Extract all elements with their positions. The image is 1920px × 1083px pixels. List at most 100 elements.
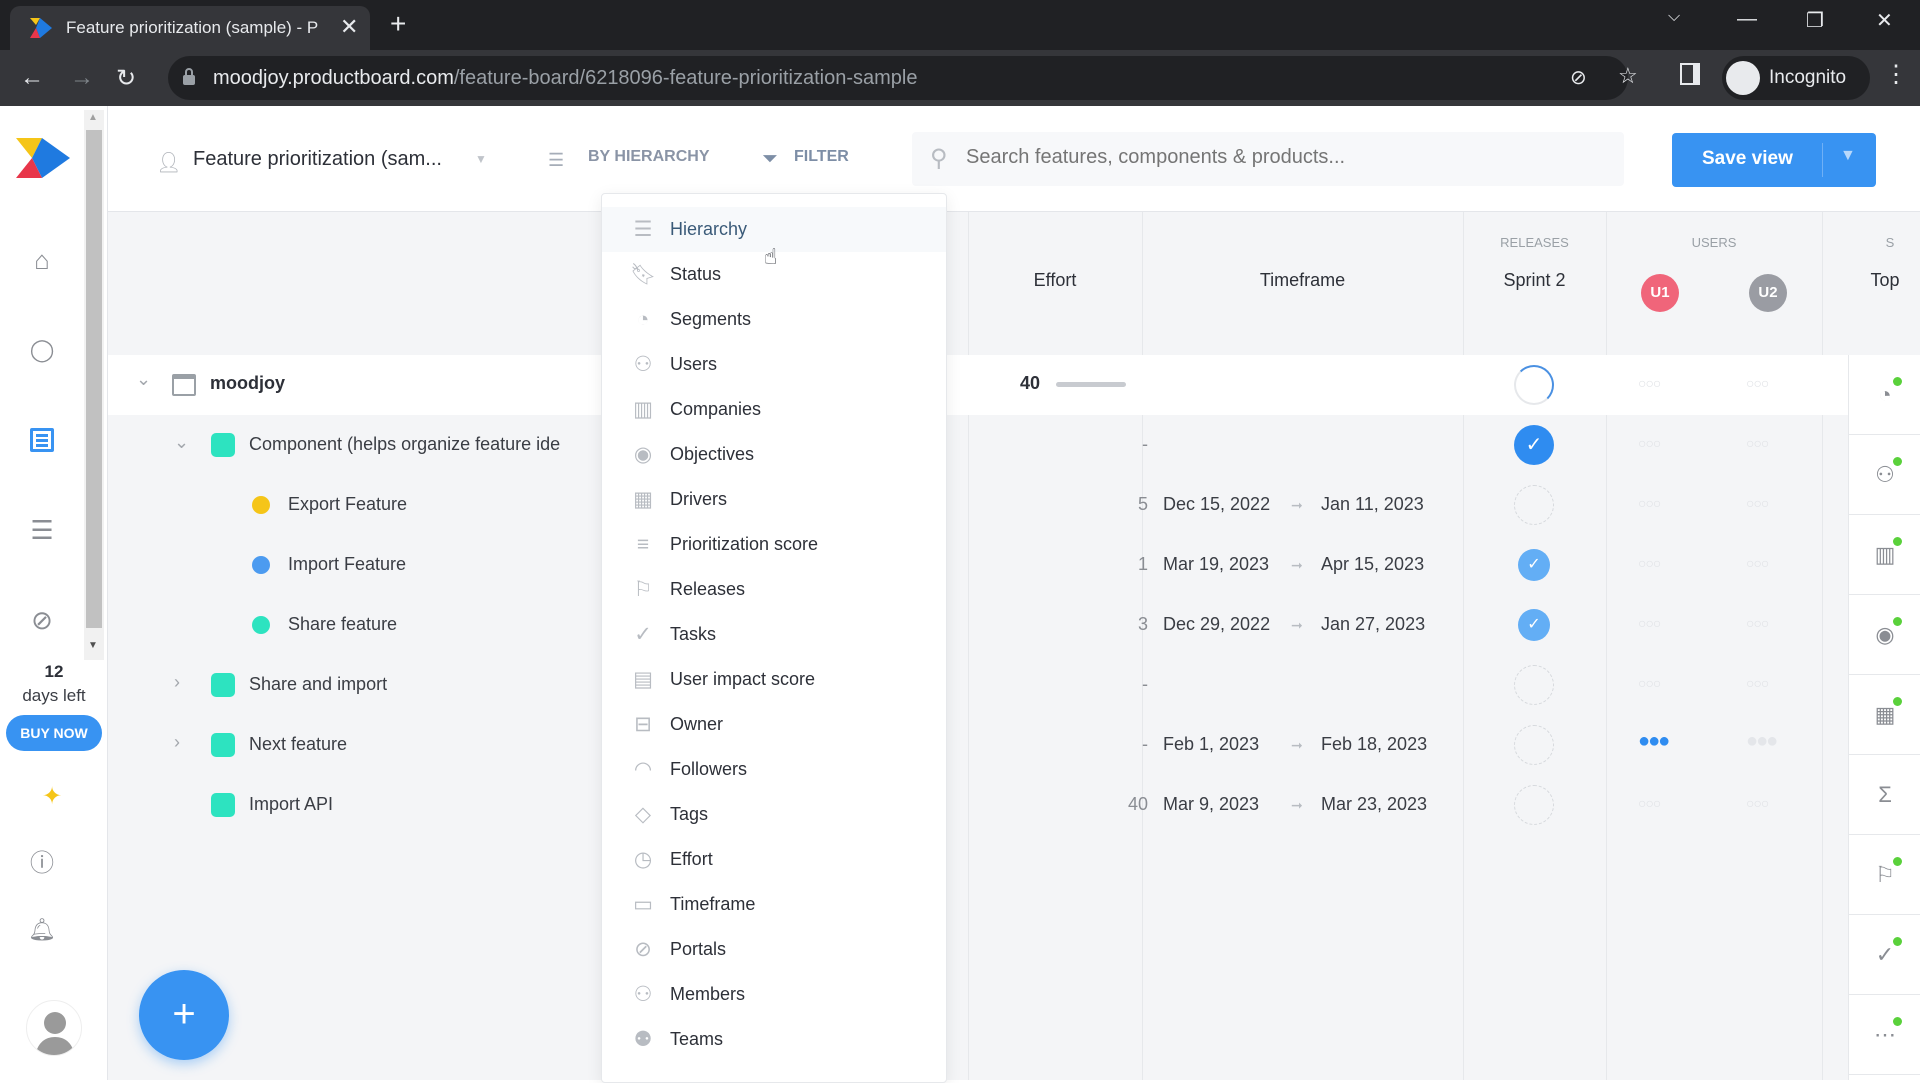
productboard-logo[interactable]	[16, 138, 70, 178]
column-header-sprint[interactable]: Sprint 2	[1463, 270, 1606, 291]
user-avatar-u2[interactable]: U2	[1749, 274, 1787, 312]
menu-item-releases[interactable]: ⚐ Releases	[602, 567, 946, 612]
back-icon[interactable]: ←	[20, 64, 44, 92]
panel-segments-button[interactable]: ◔	[1849, 355, 1920, 435]
menu-item-owner[interactable]: ⊟ Owner	[602, 702, 946, 747]
roadmap-icon[interactable]: ☰	[28, 516, 56, 544]
panel-drivers-button[interactable]: ▦	[1849, 675, 1920, 755]
panel-companies-button[interactable]: ▥	[1849, 515, 1920, 595]
menu-item-drivers[interactable]: ▦ Drivers	[602, 477, 946, 522]
bookmark-star-icon[interactable]: ☆	[1618, 63, 1638, 89]
save-view-button[interactable]: Save view ▼	[1672, 133, 1876, 187]
user1-importance[interactable]: ○○○	[1638, 435, 1661, 451]
timeframe-end[interactable]: Jan 27, 2023	[1321, 614, 1425, 635]
user1-importance[interactable]: ○○○	[1638, 495, 1661, 511]
user2-importance[interactable]: ○○○	[1746, 555, 1769, 571]
effort-value[interactable]: -	[1088, 674, 1148, 695]
menu-item-users[interactable]: ⚇ Users	[602, 342, 946, 387]
release-checked-icon[interactable]: ✓	[1514, 425, 1554, 465]
user1-importance[interactable]: ○○○	[1638, 555, 1661, 571]
lightbulb-icon[interactable]: ◯	[28, 336, 56, 364]
user2-importance[interactable]: ○○○	[1746, 495, 1769, 511]
user2-importance[interactable]: ○○○	[1746, 795, 1769, 811]
effort-value[interactable]: 3	[1088, 614, 1148, 635]
search-input[interactable]	[966, 146, 1606, 169]
browser-tab[interactable]: Feature prioritization (sample) - P ✕	[10, 6, 370, 50]
reload-icon[interactable]: ↻	[116, 64, 136, 93]
incognito-badge[interactable]: Incognito	[1722, 56, 1870, 100]
portal-icon[interactable]: ⊘	[28, 606, 56, 634]
eye-off-icon[interactable]: ⊘	[1570, 65, 1587, 90]
user1-importance[interactable]: ○○○	[1638, 675, 1661, 691]
timeframe-end[interactable]: Feb 18, 2023	[1321, 734, 1427, 755]
board-title[interactable]: Feature prioritization (sam...	[193, 148, 442, 171]
panel-users-button[interactable]: ⚇	[1849, 435, 1920, 515]
release-checked-icon[interactable]: ✓	[1518, 549, 1550, 581]
menu-item-teams[interactable]: ⚉ Teams	[602, 1017, 946, 1062]
expand-chevron-icon[interactable]: ›	[174, 732, 180, 753]
table-row[interactable]: Import API 40 Mar 9, 2023 ➞ Mar 23, 2023 ○○○ ○…	[108, 775, 1848, 835]
user2-importance[interactable]: ●●●	[1746, 730, 1778, 753]
user1-importance[interactable]: ○○○	[1638, 615, 1661, 631]
timeframe-start[interactable]: Dec 15, 2022	[1163, 494, 1270, 515]
user2-importance[interactable]: ○○○	[1746, 615, 1769, 631]
user2-importance[interactable]: ○○○	[1746, 375, 1769, 391]
table-row[interactable]: Export Feature 5 Dec 15, 2022 ➞ Jan 11, 2023…	[108, 475, 1848, 535]
user2-importance[interactable]: ○○○	[1746, 675, 1769, 691]
filter-button[interactable]: FILTER	[794, 148, 849, 166]
nav-scrollbar-thumb[interactable]	[86, 130, 102, 628]
user1-importance[interactable]: ○○○	[1638, 795, 1661, 811]
panel-sum-button[interactable]: Σ	[1849, 755, 1920, 835]
menu-item-companies[interactable]: ▥ Companies	[602, 387, 946, 432]
table-row[interactable]: ⌄ moodjoy 40 ○○○ ○○○	[108, 355, 1848, 415]
collapse-chevron-icon[interactable]: ⌄	[136, 369, 151, 390]
save-view-dropdown-icon[interactable]: ▼	[1840, 147, 1856, 165]
row-name[interactable]: Share feature	[288, 614, 397, 635]
panel-more-button[interactable]: ⋯	[1849, 995, 1920, 1075]
features-board-icon[interactable]	[30, 428, 54, 452]
scroll-up-icon[interactable]: ▲	[88, 112, 98, 123]
menu-item-effort[interactable]: ◷ Effort	[602, 837, 946, 882]
tab-search-icon[interactable]: ⌵	[1668, 8, 1680, 26]
effort-value[interactable]: 40	[1020, 373, 1040, 394]
close-window-icon[interactable]: ✕	[1876, 8, 1893, 33]
panel-releases-button[interactable]: ⚐	[1849, 835, 1920, 915]
board-dropdown-icon[interactable]: ▼	[475, 152, 487, 166]
release-empty-icon[interactable]	[1514, 665, 1554, 705]
url-field[interactable]: moodjoy.productboard.com/feature-board/6…	[168, 56, 1638, 100]
effort-value[interactable]: -	[1088, 734, 1148, 755]
search-box[interactable]: ⚲	[912, 132, 1624, 186]
user-avatar[interactable]	[26, 1000, 82, 1056]
release-progress-icon[interactable]	[1514, 365, 1554, 405]
effort-value[interactable]: 5	[1088, 494, 1148, 515]
help-icon[interactable]: ⓘ	[28, 850, 56, 878]
release-empty-icon[interactable]	[1514, 485, 1554, 525]
add-button[interactable]: +	[139, 970, 229, 1060]
menu-item-portals[interactable]: ⊘ Portals	[602, 927, 946, 972]
timeframe-end[interactable]: Mar 23, 2023	[1321, 794, 1427, 815]
panel-objectives-button[interactable]: ◉	[1849, 595, 1920, 675]
column-header-timeframe[interactable]: Timeframe	[1142, 270, 1463, 291]
row-name[interactable]: Import Feature	[288, 554, 406, 575]
buy-now-button[interactable]: BUY NOW	[6, 715, 102, 751]
sparkle-icon[interactable]: ✦	[42, 782, 62, 811]
menu-item-user-impact-score[interactable]: ▤ User impact score	[602, 657, 946, 702]
minimize-icon[interactable]: —	[1737, 8, 1757, 31]
new-tab-button[interactable]: +	[390, 8, 406, 40]
home-icon[interactable]: ⌂	[28, 246, 56, 274]
timeframe-start[interactable]: Mar 19, 2023	[1163, 554, 1269, 575]
panel-tasks-button[interactable]: ✓	[1849, 915, 1920, 995]
menu-item-tags[interactable]: ◇ Tags	[602, 792, 946, 837]
release-empty-icon[interactable]	[1514, 725, 1554, 765]
browser-menu-icon[interactable]: ⋮	[1884, 60, 1908, 89]
release-empty-icon[interactable]	[1514, 785, 1554, 825]
row-name[interactable]: Export Feature	[288, 494, 407, 515]
menu-item-tasks[interactable]: ✓ Tasks	[602, 612, 946, 657]
menu-item-followers[interactable]: ◠ Followers	[602, 747, 946, 792]
group-by-button[interactable]: BY HIERARCHY	[588, 148, 710, 166]
timeframe-end[interactable]: Jan 11, 2023	[1321, 494, 1424, 515]
table-row[interactable]: Share feature 3 Dec 29, 2022 ➞ Jan 27, 2023 ✓…	[108, 595, 1848, 655]
user1-importance[interactable]: ○○○	[1638, 375, 1661, 391]
menu-item-objectives[interactable]: ◉ Objectives	[602, 432, 946, 477]
timeframe-start[interactable]: Feb 1, 2023	[1163, 734, 1259, 755]
